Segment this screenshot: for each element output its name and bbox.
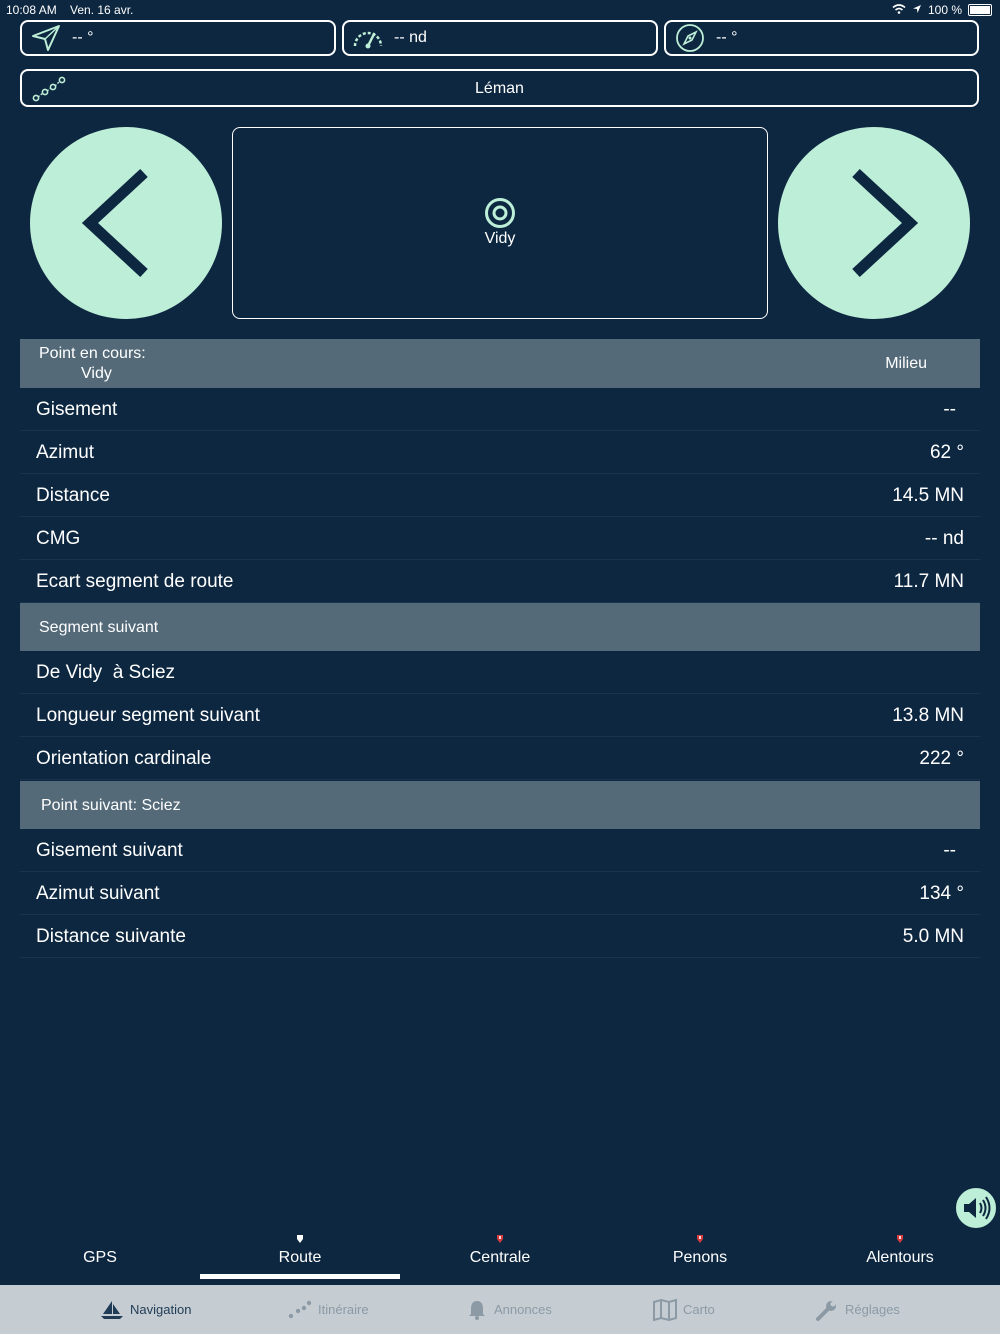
row-label: Azimut suivant — [36, 883, 160, 904]
row-cmg: CMG -- nd — [20, 517, 980, 560]
speaker-icon — [964, 1196, 991, 1220]
row-value: 62 ° — [929, 442, 964, 463]
route-name: Léman — [475, 80, 524, 97]
tab-label: Carto — [683, 1302, 715, 1317]
row-azimut: Azimut 62 ° — [20, 431, 980, 474]
subtab-gps[interactable]: GPS — [0, 1230, 200, 1284]
row-value: -- — [943, 399, 956, 420]
row-label: Ecart segment de route — [36, 571, 234, 592]
row-label: De Vidy à Sciez — [36, 662, 176, 683]
row-next-azimut: Azimut suivant 134 ° — [20, 872, 980, 915]
row-distance: Distance 14.5 MN — [20, 474, 980, 517]
location-arrow-icon — [912, 3, 922, 17]
tab-reglages[interactable]: Réglages — [815, 1285, 900, 1334]
alert-marker-icon — [697, 1235, 703, 1243]
current-point-title: Point en cours: — [39, 345, 146, 362]
row-value: 14.5 MN — [892, 485, 964, 506]
row-gisement: Gisement -- — [20, 388, 980, 431]
speed-value: -- nd — [394, 29, 427, 46]
battery-icon — [968, 4, 992, 16]
row-value: 11.7 MN — [893, 571, 964, 592]
row-ecart: Ecart segment de route 11.7 MN — [20, 560, 980, 603]
subtab-label: Alentours — [866, 1249, 934, 1266]
next-point-header: Point suivant: Sciez — [20, 781, 980, 829]
row-label: Orientation cardinale — [36, 748, 212, 769]
compass-icon — [672, 23, 708, 53]
row-value: 13.8 MN — [892, 705, 964, 726]
row-label: Gisement suivant — [36, 840, 183, 861]
tab-label: Annonces — [494, 1302, 552, 1317]
battery-percent: 100 % — [927, 3, 962, 17]
row-value: -- nd — [924, 528, 964, 549]
target-icon — [484, 197, 516, 234]
alert-marker-icon — [897, 1235, 903, 1243]
row-next-gisement: Gisement suivant -- — [20, 829, 980, 872]
row-value: 222 ° — [919, 748, 964, 769]
status-bar: 10:08 AM Ven. 16 avr. 100 % — [0, 0, 1000, 20]
subtab-penons[interactable]: Penons — [600, 1230, 800, 1284]
subtab-active-indicator — [200, 1274, 400, 1279]
subtab-label: GPS — [83, 1249, 117, 1266]
tab-bar: Navigation Itinéraire Annonces Carto Rég… — [0, 1285, 1000, 1334]
subtab-label: Route — [278, 1249, 322, 1266]
tab-label: Réglages — [845, 1302, 900, 1317]
current-point-name: Vidy — [81, 365, 112, 382]
wifi-icon — [892, 3, 906, 17]
heading-box[interactable]: -- ° — [20, 20, 336, 56]
row-next-distance: Distance suivante 5.0 MN — [20, 915, 980, 958]
current-point-header: Point en cours: Vidy Milieu — [20, 339, 980, 388]
subtab-alentours[interactable]: Alentours — [800, 1230, 1000, 1284]
row-value: -- — [943, 840, 956, 861]
status-date: Ven. 16 avr. — [70, 3, 134, 17]
speed-box[interactable]: -- nd — [342, 20, 658, 56]
bell-icon — [469, 1300, 485, 1320]
map-icon — [653, 1298, 677, 1321]
next-waypoint-button[interactable] — [778, 127, 970, 319]
alert-marker-icon — [497, 1235, 503, 1243]
pin-icon — [297, 1235, 303, 1243]
tab-annonces[interactable]: Annonces — [466, 1285, 552, 1334]
row-label: Distance suivante — [36, 926, 186, 947]
subtab-label: Penons — [672, 1249, 728, 1266]
compass-box[interactable]: -- ° — [664, 20, 979, 56]
chevron-left-icon — [81, 168, 148, 278]
tab-label: Navigation — [130, 1302, 192, 1317]
wrench-icon — [816, 1300, 836, 1321]
row-segment-orientation: Orientation cardinale 222 ° — [20, 737, 980, 780]
chevron-right-icon — [852, 168, 919, 278]
next-segment-title: Segment suivant — [39, 619, 159, 636]
sound-button[interactable] — [954, 1186, 998, 1230]
row-label: CMG — [36, 528, 81, 549]
row-segment-route: De Vidy à Sciez — [20, 651, 980, 694]
sailboat-icon — [101, 1300, 123, 1319]
tab-navigation[interactable]: Navigation — [100, 1285, 191, 1334]
row-label: Gisement — [36, 399, 118, 420]
subtab-label: Centrale — [469, 1249, 531, 1266]
heading-value: -- ° — [72, 29, 94, 46]
status-time: 10:08 AM — [6, 3, 57, 17]
navigation-arrow-icon — [28, 23, 64, 53]
row-label: Longueur segment suivant — [36, 705, 260, 726]
subtab-centrale[interactable]: Centrale — [400, 1230, 600, 1284]
row-value: 134 ° — [919, 883, 964, 904]
tab-label: Itinéraire — [318, 1302, 369, 1317]
next-point-title: Point suivant: Sciez — [41, 797, 181, 814]
compass-value: -- ° — [716, 29, 738, 46]
row-label: Azimut — [36, 442, 95, 463]
tab-carto[interactable]: Carto — [653, 1285, 715, 1334]
previous-waypoint-button[interactable] — [30, 127, 222, 319]
speedometer-icon — [350, 23, 386, 53]
row-segment-length: Longueur segment suivant 13.8 MN — [20, 694, 980, 737]
tab-itineraire[interactable]: Itinéraire — [288, 1285, 369, 1334]
route-icon — [288, 1300, 312, 1318]
row-label: Distance — [36, 485, 110, 506]
current-point-position: Milieu — [885, 355, 927, 372]
next-segment-header: Segment suivant — [20, 603, 980, 651]
waypoint-name: Vidy — [484, 230, 516, 247]
current-waypoint-card[interactable]: Vidy — [232, 127, 768, 319]
row-value: 5.0 MN — [902, 926, 964, 947]
route-selector[interactable]: Léman — [20, 69, 979, 107]
